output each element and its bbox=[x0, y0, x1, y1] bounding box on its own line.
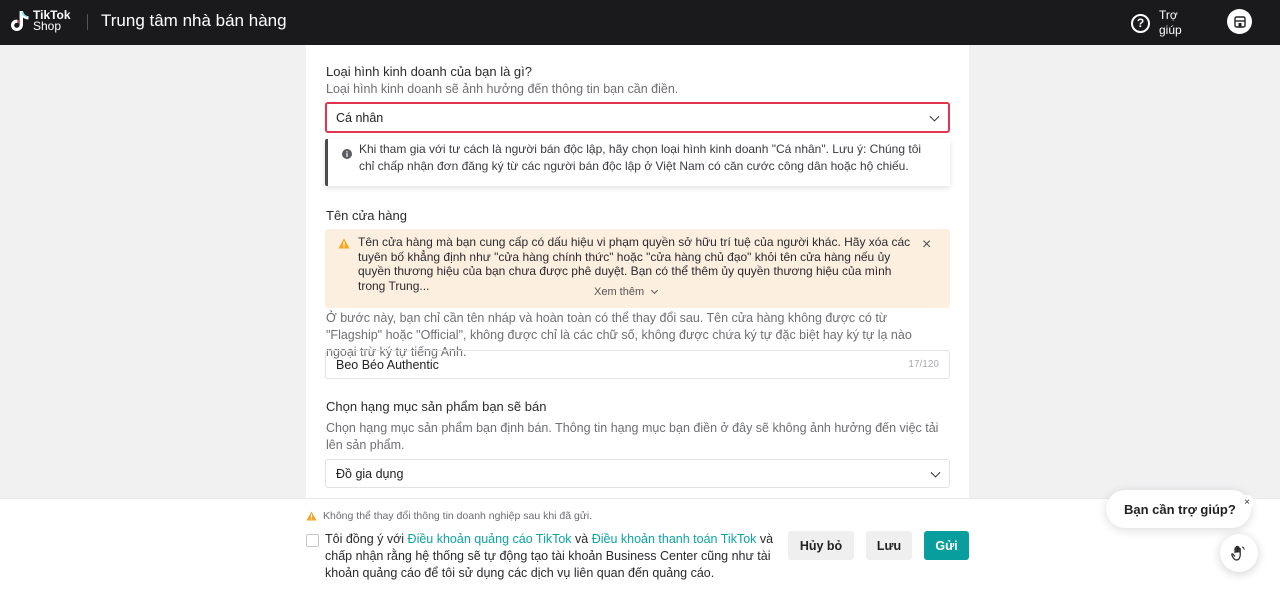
category-subtitle: Chọn hạng mục sản phẩm bạn định bán. Thô… bbox=[326, 421, 939, 452]
help-button[interactable]: ? Trợ giúp bbox=[1131, 8, 1187, 38]
form-card: Loại hình kinh doanh của bạn là gì? Loại… bbox=[306, 45, 969, 505]
terms-prefix: Tôi đồng ý với bbox=[325, 532, 408, 546]
chevron-down-icon bbox=[651, 286, 659, 295]
see-more-label: Xem thêm bbox=[594, 286, 645, 298]
footer-bar: Không thể thay đổi thông tin doanh nghiệ… bbox=[0, 498, 1280, 591]
business-type-value: Cá nhân bbox=[336, 110, 384, 125]
char-counter: 17/120 bbox=[908, 359, 939, 370]
close-icon[interactable]: × bbox=[1240, 495, 1254, 509]
help-bubble[interactable]: Bạn cần trợ giúp? bbox=[1106, 490, 1251, 528]
category-select[interactable]: Đồ gia dụng bbox=[325, 459, 950, 488]
store-icon bbox=[1233, 15, 1246, 28]
close-icon[interactable]: × bbox=[922, 237, 931, 253]
warning-text: Tên cửa hàng mà bạn cung cấp có dấu hiệu… bbox=[358, 235, 911, 293]
avatar[interactable] bbox=[1227, 9, 1252, 34]
logo-sub: Shop bbox=[33, 19, 62, 33]
logo-text: TikTok Shop bbox=[33, 9, 71, 33]
help-label: Trợ giúp bbox=[1159, 8, 1182, 37]
submit-button[interactable]: Gửi bbox=[924, 531, 969, 560]
business-type-select[interactable]: Cá nhân bbox=[325, 102, 950, 133]
info-icon: i bbox=[342, 149, 352, 159]
warning-icon bbox=[338, 238, 350, 249]
business-type-title: Loại hình kinh doanh của bạn là gì? bbox=[326, 64, 533, 79]
terms-checkbox[interactable] bbox=[306, 534, 319, 547]
tip-text: Khi tham gia với tư cách là người bán độ… bbox=[359, 142, 922, 173]
chevron-down-icon bbox=[929, 111, 940, 122]
cancel-button[interactable]: Hủy bỏ bbox=[788, 531, 854, 560]
ads-terms-link[interactable]: Điều khoản quảng cáo TikTok bbox=[408, 532, 572, 546]
see-more-button[interactable]: Xem thêm bbox=[594, 286, 659, 298]
assistant-button[interactable] bbox=[1220, 534, 1258, 572]
payment-terms-link[interactable]: Điều khoản thanh toán TikTok bbox=[592, 532, 757, 546]
category-title: Chọn hạng mục sản phẩm bạn sẽ bán bbox=[326, 399, 547, 414]
store-name-input[interactable]: Beo Béo Authentic 17/120 bbox=[325, 350, 950, 379]
footer-notice: Không thể thay đổi thông tin doanh nghiệ… bbox=[306, 510, 592, 522]
tiktok-logo-icon bbox=[11, 11, 29, 31]
store-name-value: Beo Béo Authentic bbox=[336, 357, 439, 372]
terms-text: Tôi đồng ý với Điều khoản quảng cáo TikT… bbox=[325, 531, 775, 582]
store-name-warning: Tên cửa hàng mà bạn cung cấp có dấu hiệu… bbox=[325, 229, 950, 308]
save-button[interactable]: Lưu bbox=[866, 531, 912, 560]
terms-and: và bbox=[571, 532, 592, 546]
page-title: Trung tâm nhà bán hàng bbox=[101, 11, 287, 30]
store-name-title: Tên cửa hàng bbox=[326, 208, 407, 223]
business-type-subtitle: Loại hình kinh doanh sẽ ảnh hưởng đến th… bbox=[326, 82, 679, 96]
category-value: Đồ gia dụng bbox=[336, 466, 404, 481]
chevron-down-icon bbox=[930, 467, 941, 478]
warning-icon bbox=[306, 511, 317, 521]
business-type-tip: i Khi tham gia với tư cách là người bán … bbox=[325, 139, 950, 186]
header-divider bbox=[87, 14, 88, 30]
question-circle-icon: ? bbox=[1131, 13, 1150, 33]
tiktok-shop-logo[interactable]: TikTok Shop bbox=[10, 9, 71, 33]
footer-notice-text: Không thể thay đổi thông tin doanh nghiệ… bbox=[323, 510, 593, 522]
hand-wave-icon bbox=[1231, 545, 1245, 561]
top-bar: TikTok Shop Trung tâm nhà bán hàng ? Trợ… bbox=[0, 0, 1280, 45]
